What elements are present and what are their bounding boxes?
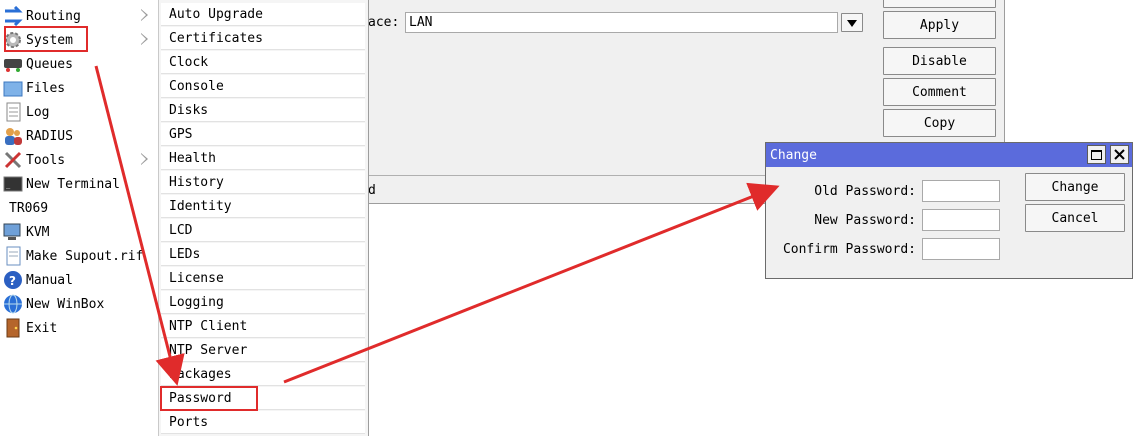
log-icon (2, 101, 24, 123)
dialog-titlebar[interactable]: Change (766, 143, 1132, 167)
queues-icon (2, 53, 24, 75)
sidebar-item-log[interactable]: Log (0, 100, 156, 124)
sidebar-item-tr069[interactable]: TR069 (0, 196, 156, 220)
sidebar-item-routing[interactable]: Routing (0, 4, 156, 28)
close-button[interactable] (1110, 145, 1129, 164)
new-password-input[interactable] (922, 209, 1000, 231)
sidebar-item-label: Queues (26, 56, 73, 72)
sidebar-item-new-terminal[interactable]: _ New Terminal (0, 172, 156, 196)
old-password-label: Old Password: (814, 184, 916, 199)
interface-value: LAN (409, 15, 433, 30)
sidebar-item-label: Log (26, 104, 50, 120)
menu-item-gps[interactable]: GPS (161, 123, 365, 146)
sidebar-item-files[interactable]: Files (0, 76, 156, 100)
confirm-password-label: Confirm Password: (782, 242, 916, 257)
tools-icon (2, 149, 24, 171)
sidebar-item-label: Manual (26, 272, 73, 288)
menu-item-license[interactable]: License (161, 267, 365, 290)
exit-door-icon (2, 317, 24, 339)
sidebar-item-label: Exit (26, 320, 58, 336)
menu-item-disks[interactable]: Disks (161, 99, 365, 122)
dropdown-button[interactable] (841, 13, 863, 32)
system-submenu: Auto Upgrade Certificates Clock Console … (158, 0, 369, 436)
close-icon (1114, 149, 1125, 160)
svg-text:?: ? (9, 274, 16, 288)
menu-item-ntp-server[interactable]: NTP Server (161, 339, 365, 362)
submenu-arrow-icon (141, 33, 148, 45)
users-icon (2, 125, 24, 147)
comment-button[interactable]: Comment (883, 78, 996, 106)
menu-item-health[interactable]: Health (161, 147, 365, 170)
disable-label: Disable (912, 53, 967, 69)
menu-item-auto-upgrade[interactable]: Auto Upgrade (161, 3, 365, 26)
globe-icon (2, 293, 24, 315)
apply-button[interactable]: Apply (883, 11, 996, 39)
change-password-dialog: Change Old Password: New Password: Confi… (765, 142, 1133, 279)
sidebar-item-manual[interactable]: ? Manual (0, 268, 156, 292)
terminal-icon: _ (2, 173, 24, 195)
sidebar-item-label: TR069 (9, 200, 49, 216)
sidebar-item-label: KVM (26, 224, 50, 240)
menu-item-identity[interactable]: Identity (161, 195, 365, 218)
cancel-button[interactable]: Cancel (1025, 204, 1125, 232)
interface-label: ace: (368, 14, 400, 30)
maximize-button[interactable] (1087, 145, 1106, 164)
sidebar-item-tools[interactable]: Tools (0, 148, 156, 172)
menu-item-console[interactable]: Console (161, 75, 365, 98)
sidebar-item-kvm[interactable]: KVM (0, 220, 156, 244)
sidebar-item-make-supout[interactable]: Make Supout.rif (0, 244, 156, 268)
maximize-icon (1091, 149, 1102, 160)
arrow-down-icon (847, 20, 857, 27)
sidebar-item-label: New WinBox (26, 296, 105, 312)
menu-item-certificates[interactable]: Certificates (161, 27, 365, 50)
sidebar-item-label: Routing (26, 8, 81, 24)
sidebar-item-exit[interactable]: Exit (0, 316, 156, 340)
menu-item-clock[interactable]: Clock (161, 51, 365, 74)
copy-button[interactable]: Copy (883, 109, 996, 137)
menu-item-packages[interactable]: Packages (161, 363, 365, 386)
sidebar-item-new-winbox[interactable]: New WinBox (0, 292, 156, 316)
sidebar-item-label: RADIUS (26, 128, 73, 144)
cancel-label: Cancel (1051, 210, 1099, 226)
apply-label: Apply (919, 17, 960, 33)
password-highlight-box (160, 386, 258, 411)
routing-icon (2, 5, 24, 27)
confirm-password-input[interactable] (922, 238, 1000, 260)
change-button[interactable]: Change (1025, 173, 1125, 201)
menu-item-lcd[interactable]: LCD (161, 219, 365, 242)
sidebar-item-queues[interactable]: Queues (0, 52, 156, 76)
sidebar-item-label: New Terminal (26, 176, 120, 192)
interface-select[interactable]: LAN (405, 12, 838, 33)
system-highlight-box (4, 26, 88, 52)
sidebar-item-label: Make Supout.rif (26, 248, 144, 264)
submenu-arrow-icon (141, 9, 148, 21)
sidebar-menu: Routing System Queues Files Log RADIUS T… (0, 0, 159, 436)
dialog-title: Change (770, 147, 817, 163)
status-text: d (368, 182, 376, 198)
folder-icon (2, 77, 24, 99)
menu-item-logging[interactable]: Logging (161, 291, 365, 314)
top-button[interactable] (883, 0, 996, 8)
disable-button[interactable]: Disable (883, 47, 996, 75)
help-icon: ? (2, 269, 24, 291)
menu-item-leds[interactable]: LEDs (161, 243, 365, 266)
sidebar-item-radius[interactable]: RADIUS (0, 124, 156, 148)
menu-item-ntp-client[interactable]: NTP Client (161, 315, 365, 338)
change-label: Change (1051, 179, 1099, 195)
sidebar-item-label: Files (26, 80, 66, 96)
copy-label: Copy (923, 115, 956, 131)
comment-label: Comment (912, 84, 967, 100)
menu-item-history[interactable]: History (161, 171, 365, 194)
new-password-label: New Password: (814, 213, 916, 228)
sidebar-item-label: Tools (26, 152, 66, 168)
menu-item-ports[interactable]: Ports (161, 411, 365, 434)
kvm-icon (2, 221, 24, 243)
document-icon (2, 245, 24, 267)
old-password-input[interactable] (922, 180, 1000, 202)
submenu-arrow-icon (141, 153, 148, 165)
